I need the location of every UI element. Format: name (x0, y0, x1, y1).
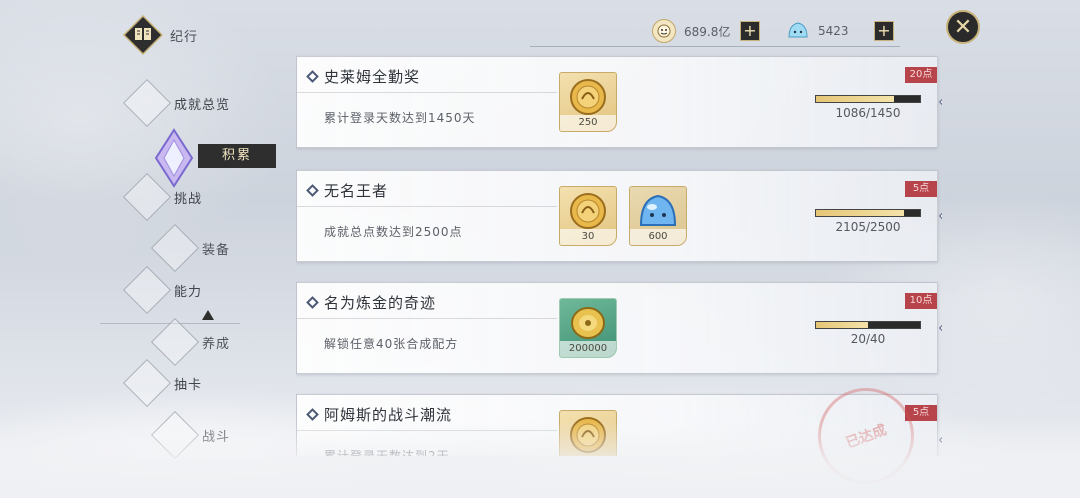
sidebar: 纪行 成就总览 积累 挑战 装备 能力 养成 抽卡 战斗 (0, 0, 280, 498)
achievement-card: 无名王者 成就总点数达到2500点 30 600 5点 2105/2500 (296, 170, 942, 262)
blue-slime-icon (639, 194, 677, 226)
progress-text: 1086/1450 (835, 106, 901, 120)
achievement-title: 无名王者 (324, 182, 389, 200)
progress-fill (816, 210, 904, 216)
achievement-desc: 成就总点数达到2500点 (324, 225, 463, 239)
sidebar-item-ability[interactable]: 能力 (122, 265, 203, 315)
reward-qty: 200000 (560, 341, 616, 357)
add-gold-button[interactable]: + (740, 21, 760, 41)
achievement-desc: 解锁任意40张合成配方 (324, 337, 459, 351)
achievement-card: 史莱姆全勤奖 累计登录天数达到1450天 250 20点 1086/1450 (296, 56, 942, 148)
gold-coin-icon (570, 417, 606, 453)
reward-item[interactable]: 200000 (559, 298, 617, 358)
reward-item[interactable]: 30 (559, 186, 617, 246)
close-button[interactable]: ✕ (946, 10, 980, 44)
gold-coin-icon (570, 193, 606, 229)
progress-text: 2105/2500 (835, 220, 901, 234)
add-gem-button[interactable]: + (874, 21, 894, 41)
sidebar-item-label: 养成 (202, 336, 231, 352)
reward-qty: 30 (560, 229, 616, 245)
sidebar-item-battle[interactable]: 战斗 (150, 410, 231, 460)
progress-text: 20/40 (850, 332, 886, 346)
reward-qty: 250 (560, 115, 616, 131)
sidebar-item-cultivate[interactable]: 养成 (150, 317, 231, 367)
diamond-marker-icon (938, 432, 942, 448)
reward-item[interactable] (559, 410, 617, 456)
diamond-icon (150, 317, 200, 367)
diamond-icon (122, 358, 172, 408)
reward-qty: 600 (630, 229, 686, 245)
progress-bar (815, 209, 921, 217)
achievement-card: 名为炼金的奇迹 解锁任意40张合成配方 200000 10点 20/40 (296, 282, 942, 374)
reward-item[interactable]: 250 (559, 72, 617, 132)
diamond-icon (122, 172, 172, 222)
coin-face-icon (652, 19, 676, 43)
gold-coin-icon (570, 79, 606, 115)
points-badge: 5点 (905, 181, 937, 197)
achievement-desc: 累计登录天数达到2天 (324, 449, 450, 456)
slime-gem-icon (786, 19, 810, 43)
sidebar-item-label: 成就总览 (174, 97, 231, 113)
achievement-title: 史莱姆全勤奖 (324, 68, 421, 86)
achievement-title: 阿姆斯的战斗潮流 (324, 406, 453, 424)
currency-gem: 5423 + (786, 18, 894, 44)
points-badge: 20点 (905, 67, 937, 83)
sidebar-item-gacha[interactable]: 抽卡 (122, 358, 203, 408)
divider (530, 46, 900, 47)
progress-fill (816, 96, 894, 102)
currency-amount: 689.8亿 (684, 24, 731, 39)
expand-triangle-icon (202, 310, 214, 320)
progress-fill (816, 322, 868, 328)
sidebar-item-accumulate[interactable]: 积累 (198, 144, 276, 168)
currency-gold: 689.8亿 + (652, 18, 760, 44)
sidebar-item-label: 抽卡 (174, 377, 203, 393)
journal-book-icon (122, 14, 164, 56)
diamond-marker-icon (938, 94, 942, 110)
diamond-icon (122, 265, 172, 315)
diamond-icon (150, 410, 200, 460)
sidebar-item-challenge[interactable]: 挑战 (122, 172, 203, 222)
diamond-icon (122, 78, 172, 128)
sidebar-item-equipment[interactable]: 装备 (150, 223, 231, 273)
diamond-icon (150, 223, 200, 273)
sidebar-item-overview[interactable]: 成就总览 (122, 78, 231, 128)
sidebar-item-label: 装备 (202, 242, 231, 258)
points-badge: 10点 (905, 293, 937, 309)
sidebar-item-label: 能力 (174, 284, 203, 300)
reward-item[interactable]: 600 (629, 186, 687, 246)
diamond-marker-icon (938, 320, 942, 336)
journal-title: 纪行 (170, 30, 199, 45)
achievement-title: 名为炼金的奇迹 (324, 294, 437, 312)
currency-amount: 5423 (818, 24, 849, 38)
progress-bar (815, 95, 921, 103)
sidebar-item-label: 挑战 (174, 191, 203, 207)
achievement-desc: 累计登录天数达到1450天 (324, 111, 476, 125)
progress-bar (815, 321, 921, 329)
crystal-icon (154, 128, 194, 188)
diamond-marker-icon (938, 208, 942, 224)
sidebar-item-label: 战斗 (202, 429, 231, 445)
green-coin-icon (571, 307, 605, 339)
